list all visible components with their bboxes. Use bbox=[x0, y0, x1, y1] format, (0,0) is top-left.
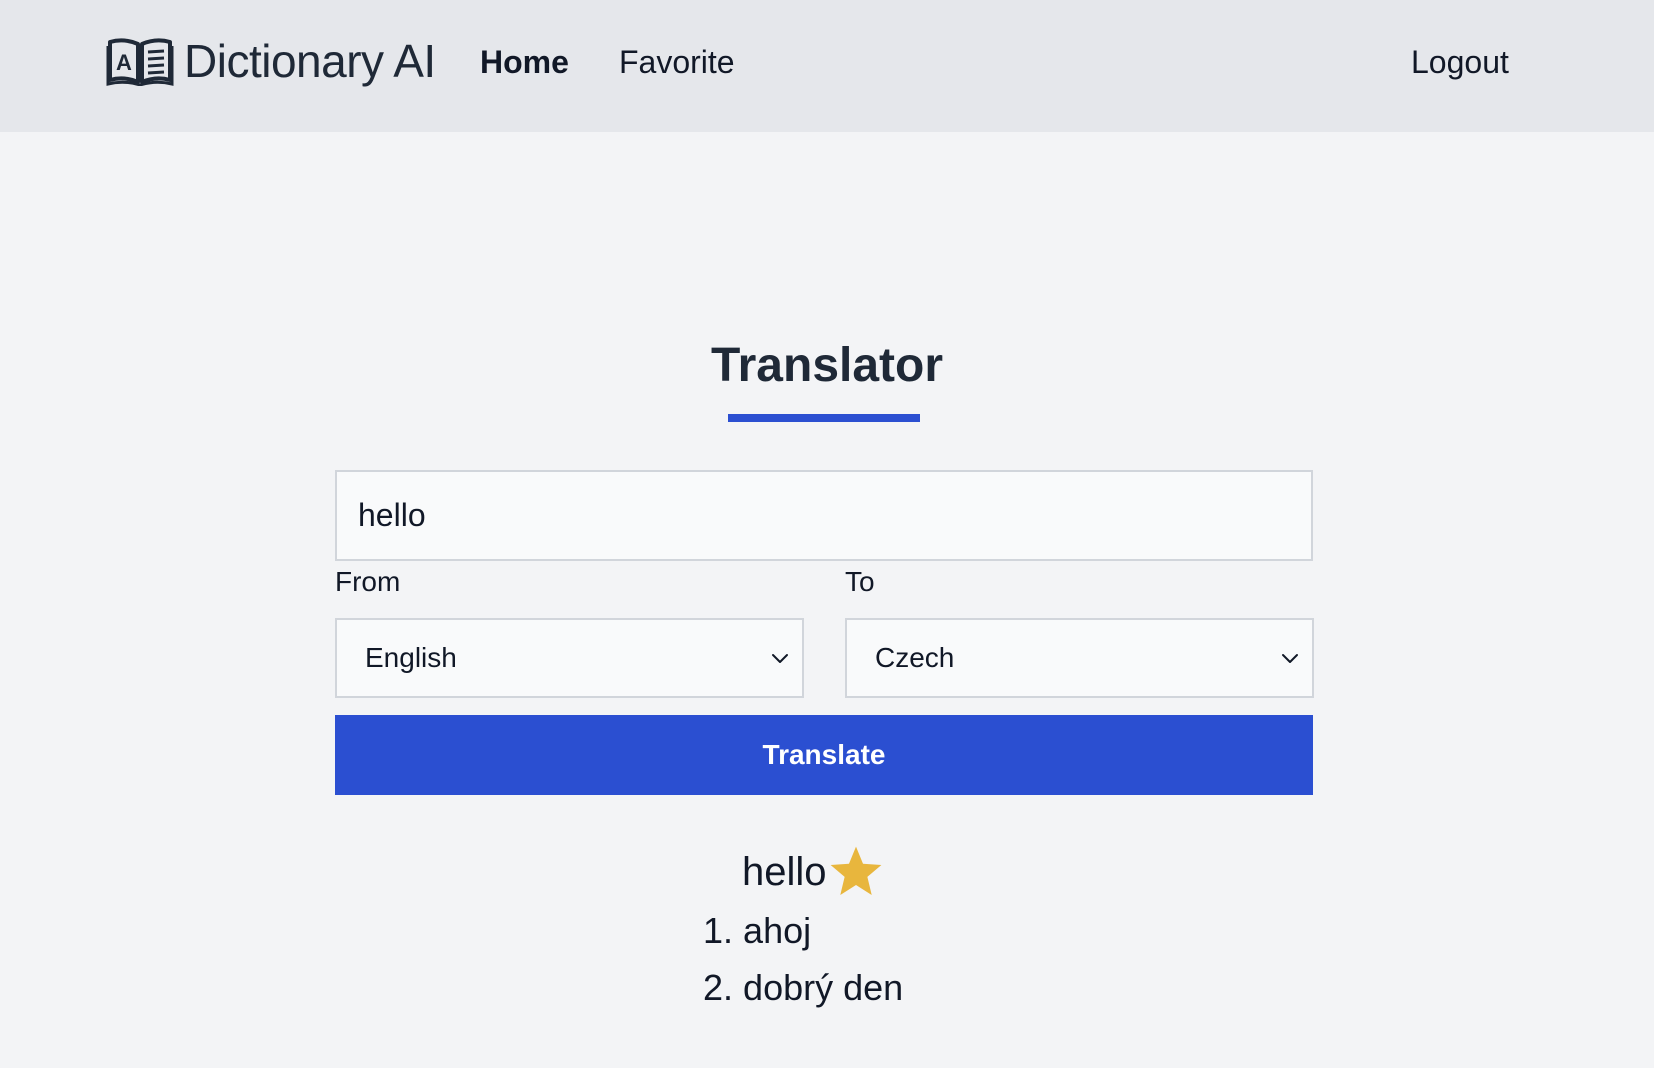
chevron-down-icon bbox=[772, 654, 788, 663]
brand-link[interactable]: A Dictionary AI bbox=[106, 34, 436, 88]
result-word: hello bbox=[742, 850, 827, 894]
from-language-value: English bbox=[365, 642, 457, 673]
to-language-value: Czech bbox=[875, 642, 955, 673]
translation-text: dobrý den bbox=[743, 967, 904, 1008]
chevron-down-icon bbox=[1282, 654, 1298, 663]
nav-favorite-link[interactable]: Favorite bbox=[619, 40, 735, 84]
result-header: hello bbox=[742, 842, 885, 902]
translation-text: ahoj bbox=[743, 910, 812, 951]
page-title: Translator bbox=[710, 339, 944, 392]
title-underline bbox=[728, 414, 920, 422]
to-language-select[interactable]: Czech bbox=[845, 618, 1314, 698]
brand-name: Dictionary AI bbox=[184, 35, 436, 87]
list-item-number: 1. bbox=[703, 910, 734, 951]
list-item: 2. dobrý den bbox=[703, 959, 903, 1016]
translation-list: 1. ahoj 2. dobrý den bbox=[703, 902, 903, 1016]
nav-home-link[interactable]: Home bbox=[480, 40, 569, 84]
svg-text:A: A bbox=[116, 50, 132, 75]
top-navbar: A Dictionary AI Home Favorite Logout bbox=[0, 0, 1654, 132]
word-input[interactable] bbox=[335, 470, 1313, 561]
translate-button[interactable]: Translate bbox=[335, 715, 1313, 795]
favorite-star-button[interactable] bbox=[827, 843, 885, 901]
nav-logout-link[interactable]: Logout bbox=[1411, 40, 1509, 84]
from-language-select[interactable]: English bbox=[335, 618, 804, 698]
from-label: From bbox=[335, 566, 401, 597]
list-item: 1. ahoj bbox=[703, 902, 903, 959]
list-item-number: 2. bbox=[703, 967, 734, 1008]
to-label: To bbox=[845, 566, 875, 597]
book-logo-icon: A bbox=[106, 36, 174, 86]
star-icon bbox=[830, 846, 881, 895]
